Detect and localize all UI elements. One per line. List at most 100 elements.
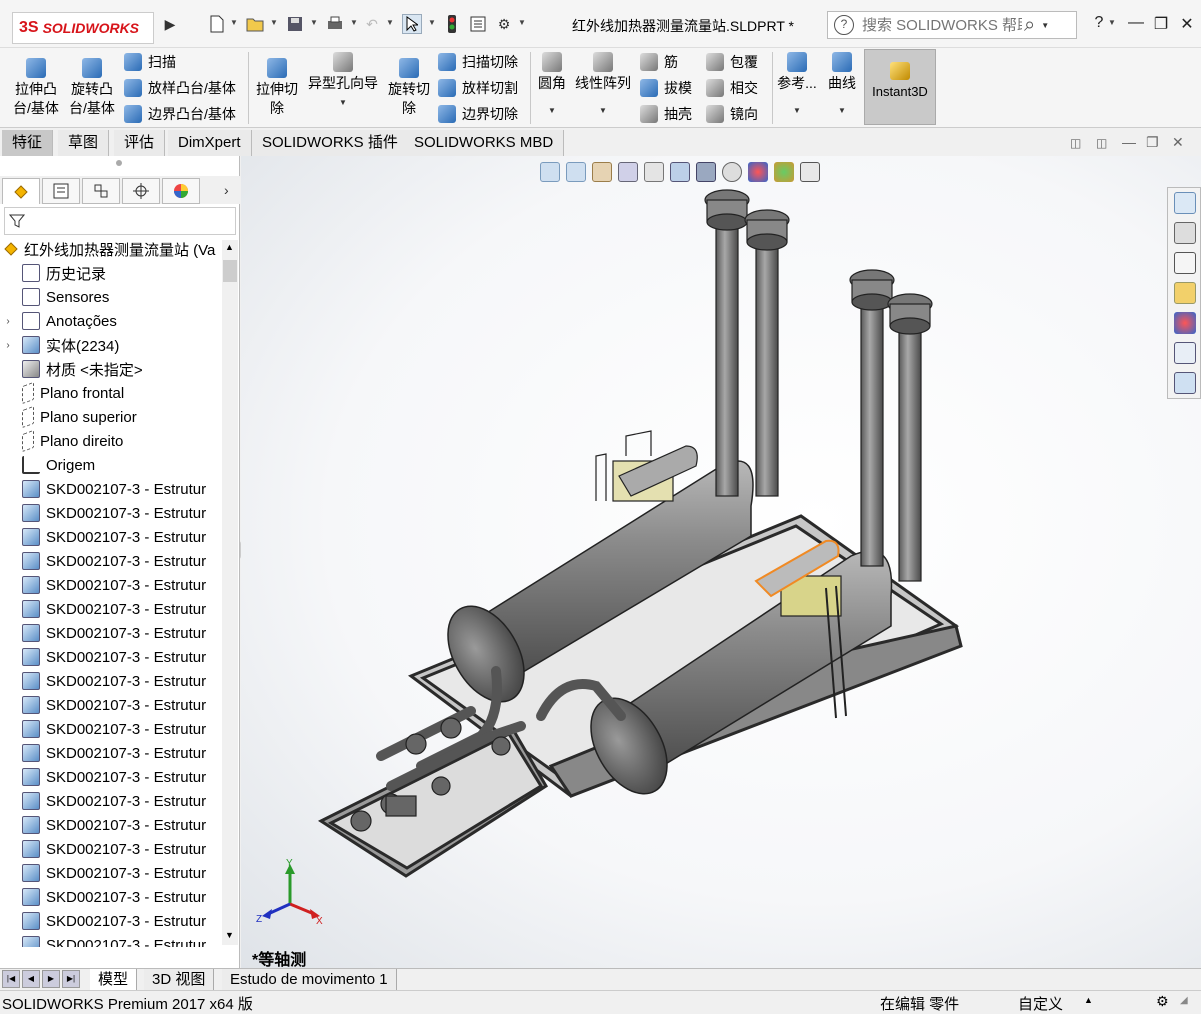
feature-manager-tab[interactable]: [2, 178, 40, 204]
tab-solidworks-addins[interactable]: SOLIDWORKS 插件: [252, 130, 409, 156]
zoom-to-fit-icon[interactable]: [540, 162, 560, 182]
file-explorer-icon[interactable]: [1174, 252, 1196, 274]
rebuild-status-icon[interactable]: ⚙: [1156, 993, 1169, 1010]
doc-restore-button[interactable]: ❐: [1146, 134, 1159, 151]
select-dropdown-icon[interactable]: ▼: [428, 18, 436, 27]
rebuild-traffic-light-icon[interactable]: [442, 14, 462, 34]
tree-item[interactable]: SKD002107-3 - Estrutur: [0, 765, 206, 789]
boundary-cut-button[interactable]: 边界切除: [438, 104, 518, 124]
unit-system-dropdown-icon[interactable]: ▲: [1084, 995, 1093, 1005]
tree-item[interactable]: SKD002107-3 - Estrutur: [0, 861, 206, 885]
tree-item[interactable]: SKD002107-3 - Estrutur: [0, 933, 206, 947]
loft-button[interactable]: 放样凸台/基体: [124, 78, 236, 98]
tree-item[interactable]: SKD002107-3 - Estrutur: [0, 837, 206, 861]
extrude-boss-button[interactable]: 拉伸凸 台/基体: [10, 58, 62, 118]
help-search-input[interactable]: [862, 16, 1022, 34]
tab-evaluate[interactable]: 评估: [114, 130, 166, 156]
collapse-panel-icon[interactable]: ◫: [1070, 136, 1081, 150]
tree-item[interactable]: Sensores: [0, 285, 109, 309]
doc-minimize-button[interactable]: —: [1122, 134, 1136, 150]
tree-item[interactable]: Plano superior: [0, 405, 137, 429]
reference-geometry-button[interactable]: 参考... ▼: [776, 52, 818, 120]
minimize-button[interactable]: —: [1125, 14, 1147, 36]
graphics-area[interactable]: [241, 156, 1201, 968]
restore-button[interactable]: ❐: [1150, 14, 1172, 36]
shell-button[interactable]: 抽壳: [640, 104, 692, 124]
revolve-cut-button[interactable]: 旋转切 除: [384, 58, 434, 118]
fillet-button[interactable]: 圆角 ▼: [534, 52, 570, 120]
save-icon[interactable]: [285, 14, 305, 34]
last-tab-icon[interactable]: ▶|: [62, 970, 80, 988]
tree-item[interactable]: SKD002107-3 - Estrutur: [0, 597, 206, 621]
tree-item[interactable]: SKD002107-3 - Estrutur: [0, 645, 206, 669]
view-palette-icon[interactable]: [1174, 282, 1196, 304]
tab-solidworks-mbd[interactable]: SOLIDWORKS MBD: [404, 130, 565, 156]
view-settings-icon[interactable]: [800, 162, 820, 182]
panel-grip-icon[interactable]: [116, 160, 122, 166]
open-document-icon[interactable]: [245, 14, 265, 34]
reference-dropdown-icon[interactable]: ▼: [776, 101, 818, 120]
print-icon[interactable]: [325, 14, 345, 34]
tree-item[interactable]: SKD002107-3 - Estrutur: [0, 621, 206, 645]
file-properties-icon[interactable]: [468, 14, 488, 34]
next-tab-icon[interactable]: ▶: [42, 970, 60, 988]
dynamic-annotation-icon[interactable]: [644, 162, 664, 182]
options-gear-icon[interactable]: ⚙: [494, 14, 514, 34]
tree-item[interactable]: SKD002107-3 - Estrutur: [0, 669, 206, 693]
tree-expand-chevron-icon[interactable]: ›: [0, 316, 16, 327]
edit-appearance-icon[interactable]: [748, 162, 768, 182]
close-button[interactable]: ✕: [1176, 14, 1198, 36]
tab-motion-study[interactable]: Estudo de movimento 1: [222, 969, 397, 990]
section-view-icon[interactable]: [618, 162, 638, 182]
hole-wizard-dropdown-icon[interactable]: ▼: [304, 93, 382, 112]
apply-scene-icon[interactable]: [774, 162, 794, 182]
options-dropdown-icon[interactable]: ▼: [518, 18, 526, 27]
heater-station-model[interactable]: [241, 156, 1201, 968]
tree-item[interactable]: › 实体(2234): [0, 333, 119, 357]
wrap-button[interactable]: 包覆: [706, 52, 758, 72]
fillet-dropdown-icon[interactable]: ▼: [534, 101, 570, 120]
dimxpert-manager-tab[interactable]: [122, 178, 160, 204]
view-orientation-icon[interactable]: [670, 162, 690, 182]
hole-wizard-button[interactable]: 异型孔向导 ▼: [304, 52, 382, 112]
resize-grip-icon[interactable]: ◢: [1180, 995, 1188, 1006]
tab-3d-views[interactable]: 3D 视图: [144, 969, 215, 990]
sweep-button[interactable]: 扫描: [124, 52, 176, 72]
prev-tab-icon[interactable]: ◀: [22, 970, 40, 988]
search-dropdown-icon[interactable]: ▼: [1041, 21, 1049, 30]
tree-filter-box[interactable]: [4, 207, 236, 235]
linear-pattern-dropdown-icon[interactable]: ▼: [572, 101, 634, 120]
tree-item[interactable]: SKD002107-3 - Estrutur: [0, 573, 206, 597]
tree-item[interactable]: Origem: [0, 453, 95, 477]
appearances-scenes-icon[interactable]: [1174, 312, 1196, 334]
undo-icon[interactable]: ↶: [362, 14, 382, 34]
previous-view-icon[interactable]: [592, 162, 612, 182]
scroll-thumb[interactable]: [223, 260, 237, 282]
expand-panel-icon[interactable]: ◫: [1096, 136, 1107, 150]
tab-dimxpert[interactable]: DimXpert: [168, 130, 252, 156]
revolve-boss-button[interactable]: 旋转凸 台/基体: [66, 58, 118, 118]
tree-item[interactable]: SKD002107-3 - Estrutur: [0, 789, 206, 813]
search-icon[interactable]: ⌕: [1024, 14, 1035, 37]
draft-button[interactable]: 拔模: [640, 78, 692, 98]
display-manager-tab[interactable]: [162, 178, 200, 204]
menu-expand-icon[interactable]: ▶: [160, 14, 180, 34]
design-library-icon[interactable]: [1174, 222, 1196, 244]
hide-show-items-icon[interactable]: [722, 162, 742, 182]
open-dropdown-icon[interactable]: ▼: [270, 18, 278, 27]
print-dropdown-icon[interactable]: ▼: [350, 18, 358, 27]
solidworks-logo[interactable]: 3S SOLIDWORKS: [12, 12, 154, 44]
tree-item[interactable]: SKD002107-3 - Estrutur: [0, 813, 206, 837]
tree-item[interactable]: SKD002107-3 - Estrutur: [0, 885, 206, 909]
unit-system[interactable]: 自定义: [1018, 993, 1063, 1014]
new-dropdown-icon[interactable]: ▼: [230, 18, 238, 27]
tab-model[interactable]: 模型: [90, 969, 138, 990]
property-manager-tab[interactable]: [42, 178, 80, 204]
tree-item[interactable]: SKD002107-3 - Estrutur: [0, 741, 206, 765]
tree-item[interactable]: Plano direito: [0, 429, 123, 453]
solidworks-resources-icon[interactable]: [1174, 192, 1196, 214]
rib-button[interactable]: 筋: [640, 52, 678, 72]
lofted-cut-button[interactable]: 放样切割: [438, 78, 518, 98]
tree-item[interactable]: SKD002107-3 - Estrutur: [0, 549, 206, 573]
tree-item[interactable]: › Anotações: [0, 309, 117, 333]
